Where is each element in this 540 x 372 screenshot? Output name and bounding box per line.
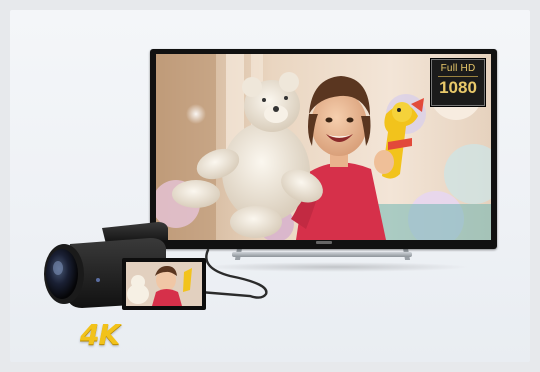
- 4k-badge: 4K: [80, 318, 120, 351]
- badge-line-1: Full HD: [440, 63, 476, 74]
- camcorder: [44, 222, 206, 310]
- full-hd-badge: Full HD 1080: [431, 59, 485, 106]
- tv-brand-logo: [316, 241, 332, 244]
- badge-line-2: 1080: [439, 78, 477, 97]
- image-frame: Full HD 1080 4K: [0, 0, 540, 372]
